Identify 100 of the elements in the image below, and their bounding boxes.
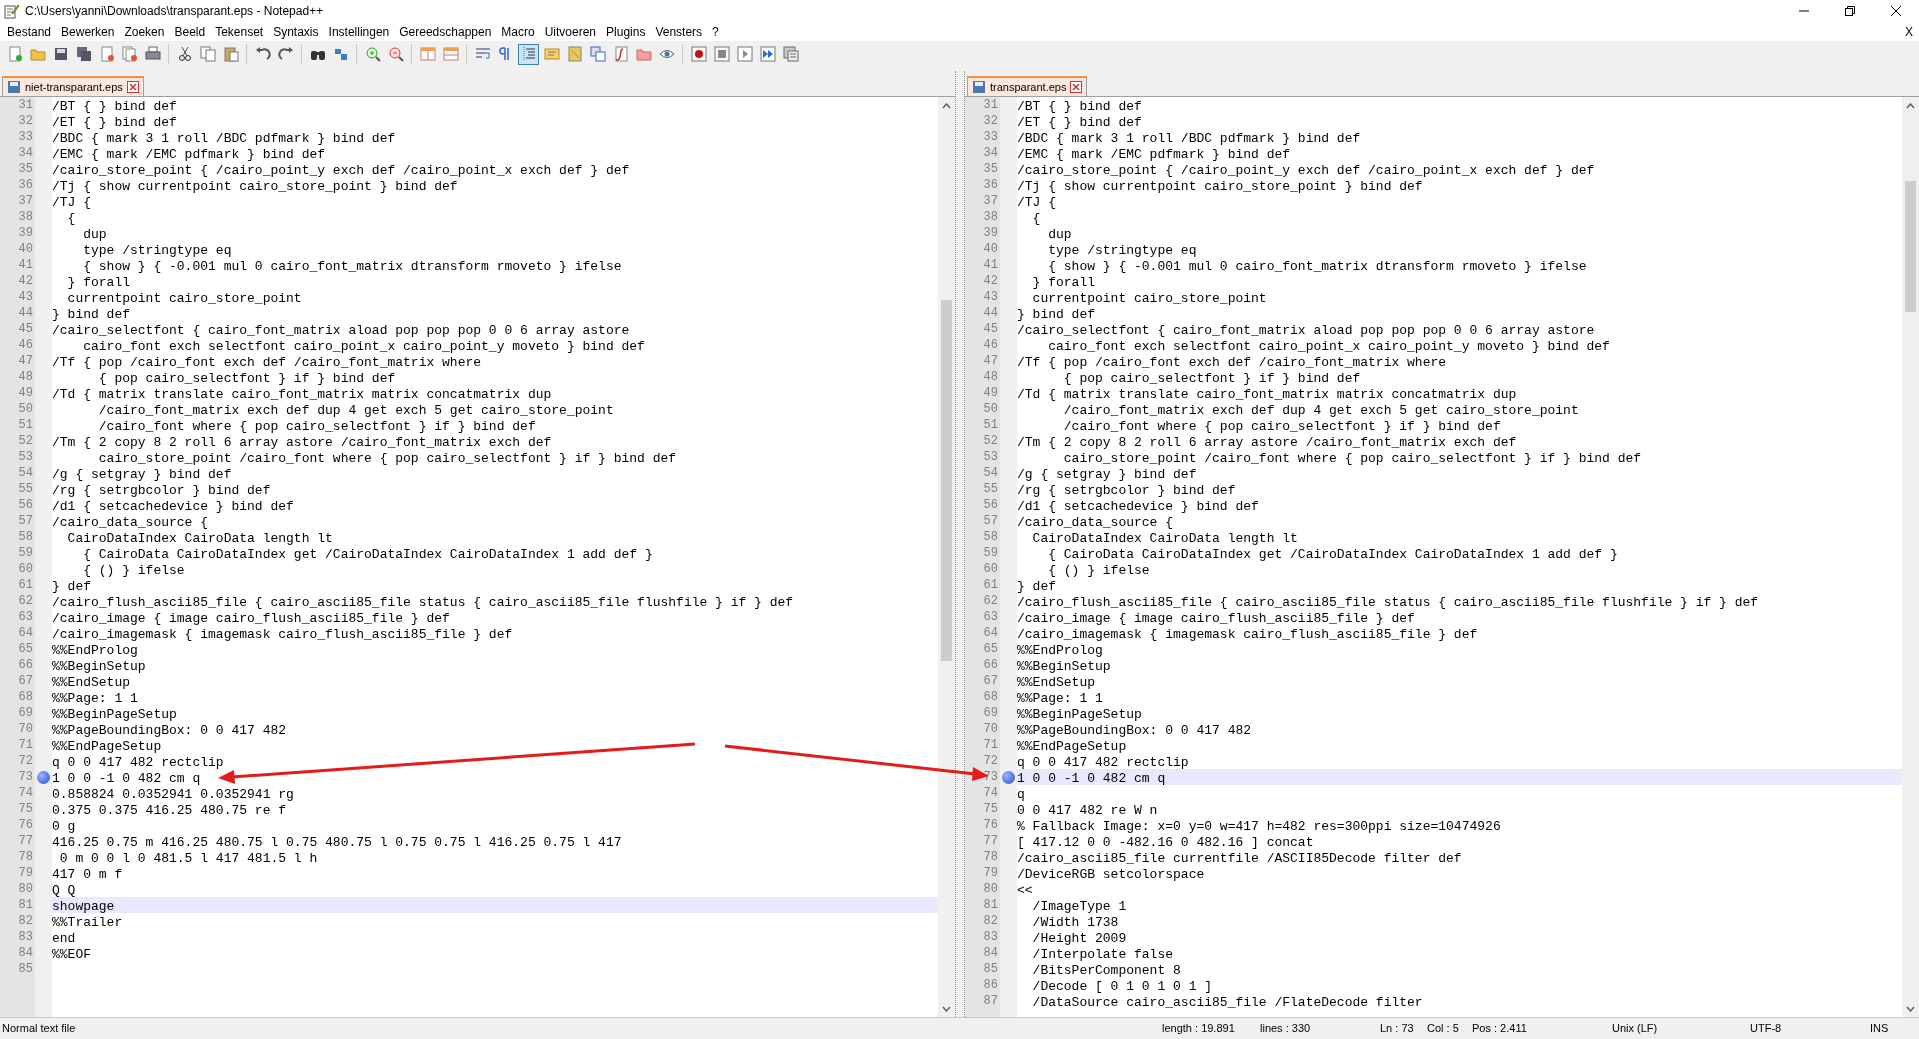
record-button[interactable] [688, 43, 709, 65]
code-line: q [1017, 787, 1025, 802]
copy-icon [199, 46, 216, 62]
scissors-icon [176, 46, 193, 62]
menu-item[interactable]: Uitvoeren [539, 22, 602, 41]
code-line: /cairo_font_matrix exch def dup 4 get exch 5 get cairo_store_point [97, 403, 614, 418]
code-line: /cairo_font where { pop cairo_selectfont } if } bind def [97, 419, 536, 434]
code-line: /cairo_font where { pop cairo_selectfont } if } bind def [1062, 419, 1501, 434]
close-icon [1891, 6, 1901, 16]
save-all-icon [75, 46, 92, 62]
menu-item[interactable]: Macro [496, 22, 540, 41]
window-title: C:\Users\yanni\Downloads\transparant.eps - Notepad++ [25, 3, 325, 20]
close-all-button[interactable] [119, 43, 140, 65]
menu-item[interactable]: Instellingen [323, 22, 395, 41]
line-number: 69 [17, 705, 34, 721]
line-number: 42 [982, 273, 999, 289]
code-line: /ImageType 1 [1031, 899, 1127, 914]
line-number: 63 [982, 609, 999, 625]
code-line: CairoDataIndex CairoData length lt [66, 531, 333, 546]
code-line: /ET { } bind def [52, 115, 177, 130]
scrollbar-thumb[interactable] [941, 300, 952, 661]
code-line: /cairo_data_source { [1017, 515, 1174, 530]
vertical-scrollbar[interactable] [938, 97, 955, 1017]
status-text: Normal text file [1, 1021, 77, 1037]
line-number: 79 [982, 865, 999, 881]
line-number: 68 [982, 689, 999, 705]
menu-item[interactable]: Zoeken [119, 22, 170, 41]
menu-item[interactable]: Beeld [169, 22, 211, 41]
line-number: 57 [982, 513, 999, 529]
status-text: UTF-8 [1750, 1021, 1783, 1037]
line-number: 32 [982, 113, 999, 129]
code-line: %%BeginPageSetup [52, 707, 177, 722]
tab-label: transparant.eps [990, 80, 1067, 94]
line-number: 36 [982, 177, 999, 193]
scrollbar-thumb[interactable] [1905, 181, 1916, 312]
code-line: /DeviceRGB setcolorspace [1017, 867, 1205, 882]
line-number: 45 [17, 321, 34, 337]
menu-item[interactable]: Syntaxis [268, 22, 324, 41]
copy-button[interactable] [197, 43, 218, 65]
line-number: 80 [982, 881, 999, 897]
line-number: 66 [982, 657, 999, 673]
line-number: 46 [982, 337, 999, 353]
line-number: 50 [982, 401, 999, 417]
menu-item[interactable]: Gereedschappen [394, 22, 497, 41]
indent-guide-button[interactable] [518, 43, 539, 65]
wrap-icon [474, 46, 491, 62]
close-document-button[interactable]: X [1899, 22, 1919, 41]
code-line: 0.375 0.375 416.25 480.75 re f [52, 803, 287, 818]
scroll-up-icon[interactable] [1906, 102, 1915, 109]
file-tab[interactable]: transparant.eps [967, 76, 1088, 96]
line-number: 76 [17, 817, 34, 833]
code-line: showpage [52, 899, 115, 914]
menu-item[interactable]: Bewerken [56, 22, 120, 41]
code-line: { [66, 211, 76, 226]
line-number: 53 [982, 449, 999, 465]
code-line: /d1 { setcachedevice } bind def [52, 499, 294, 514]
line-number: 33 [17, 129, 34, 145]
indent-guide-icon [520, 46, 537, 62]
code-line: /cairo_imagemask { imagemask cairo_flush_ascii85_file } def [1017, 627, 1478, 642]
line-number: 41 [17, 257, 34, 273]
status-text: Col : 5 [1427, 1021, 1460, 1037]
line-number: 66 [17, 657, 34, 673]
line-number: 40 [17, 241, 34, 257]
code-line: /cairo_ascii85_file currentfile /ASCII85Decode filter def [1017, 851, 1462, 866]
line-number: 81 [17, 897, 34, 913]
line-number: 39 [17, 225, 34, 241]
windows-button[interactable] [587, 43, 608, 65]
close-icon[interactable] [126, 81, 139, 93]
code-line: /EMC { mark /EMC pdfmark } bind def [52, 147, 326, 162]
code-line: /cairo_flush_ascii85_file { cairo_ascii85_file status { cairo_ascii85_file flushfile } if } def [52, 595, 794, 610]
stop-button[interactable] [711, 43, 732, 65]
line-number: 71 [982, 737, 999, 753]
menu-item[interactable]: ? [707, 22, 724, 41]
code-line: %%EndSetup [1017, 675, 1095, 690]
menu-item[interactable]: Plugins [601, 22, 651, 41]
line-number: 52 [982, 433, 999, 449]
line-number: 83 [982, 929, 999, 945]
save-macro-button[interactable] [780, 43, 801, 65]
code-line: { CairoData CairoDataIndex get /CairoDataIndex CairoDataIndex 1 add def } [1047, 547, 1618, 562]
code-line: cairo_font exch selectfont cairo_point_x cairo_point_y moveto } bind def [1047, 339, 1610, 354]
line-number: 43 [17, 289, 34, 305]
fast-forward-button[interactable] [757, 43, 778, 65]
vertical-scrollbar[interactable] [1902, 97, 1919, 1017]
menu-item[interactable]: Tekenset [210, 22, 269, 41]
line-number: 32 [17, 113, 34, 129]
code-line: } def [52, 579, 91, 594]
scroll-down-icon[interactable] [942, 1005, 951, 1012]
play-button[interactable] [734, 43, 755, 65]
line-number: 67 [17, 673, 34, 689]
code-line: [ 417.12 0 0 -482.16 0 482.16 ] concat [1017, 835, 1314, 850]
scroll-down-icon[interactable] [1906, 1005, 1915, 1012]
code-line: { show } { -0.001 mul 0 cairo_font_matrix dtransform rmoveto } ifelse [1047, 259, 1587, 274]
file-tab[interactable]: niet-transparant.eps [2, 76, 144, 96]
line-number: 33 [982, 129, 999, 145]
scroll-up-icon[interactable] [942, 102, 951, 109]
new-file-icon [6, 46, 23, 62]
redo-icon [277, 46, 294, 62]
menu-item[interactable]: Vensters [650, 22, 708, 41]
menu-item[interactable]: Bestand [2, 22, 57, 41]
close-icon[interactable] [1070, 81, 1083, 93]
